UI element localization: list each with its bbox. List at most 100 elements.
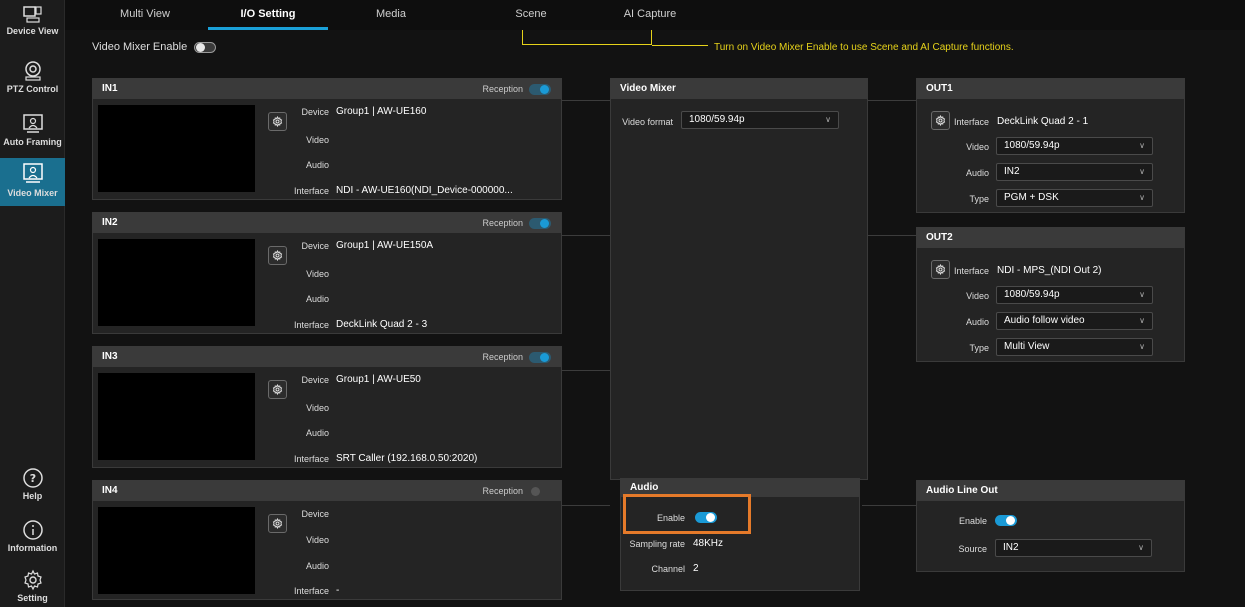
output-settings-button[interactable] [931,111,950,130]
chevron-down-icon: ∨ [1139,290,1145,299]
output-settings-button[interactable] [931,260,950,279]
connector-out1 [868,100,916,101]
output-panel-out1: OUT1 Interface DeckLink Quad 2 - 1 Video… [916,78,1185,213]
input-settings-button[interactable] [268,514,287,533]
video-format-select[interactable]: 1080/59.94p ∨ [681,111,839,129]
rail-auto-framing[interactable]: Auto Framing [0,113,65,147]
video-label: Video [306,535,329,545]
audio-label: Audio [305,561,329,571]
connector-in2 [562,235,610,236]
hint-text: Turn on Video Mixer Enable to use Scene … [714,42,1014,53]
rail-information-label: Information [7,543,58,553]
input-panel-header: IN2 Reception [93,213,561,233]
audio-label: Audio [305,160,329,170]
rail-setting[interactable]: Setting [0,569,65,603]
chevron-down-icon: ∨ [1139,316,1145,325]
rail-help[interactable]: ? Help [0,467,65,501]
interface-label: Interface [953,266,989,276]
type-label: Type [969,194,989,204]
connector-audio-line-out [862,505,916,506]
channel-label: Channel [651,564,685,574]
video-label: Video [306,135,329,145]
tab-io-setting[interactable]: I/O Setting [208,0,328,30]
connector-in4 [562,505,610,506]
video-mixer-enable: Video Mixer Enable [92,41,217,53]
rail-video-mixer[interactable]: Video Mixer [0,158,65,206]
video-value: 1080/59.94p [1004,140,1060,151]
video-mixer-enable-toggle[interactable] [194,41,217,53]
audio-label: Audio [305,428,329,438]
reception-label: Reception [482,84,523,94]
chevron-down-icon: ∨ [1139,141,1145,150]
highlight-box [623,494,751,534]
reception-toggle[interactable] [529,218,551,230]
device-label: Device [301,107,329,117]
input-panel-in4: IN4 Reception Device Video Audio Interfa… [92,480,562,600]
reception-toggle[interactable] [529,352,551,364]
gear-icon [272,250,283,261]
interface-label: Interface [953,117,989,127]
reception-label: Reception [482,486,523,496]
source-label: Source [958,544,987,554]
audio-label: Audio [305,294,329,304]
rail-information[interactable]: Information [0,519,65,553]
input-panel-header: IN4 Reception [93,481,561,501]
type-value: Multi View [1004,341,1050,352]
tab-multi-view[interactable]: Multi View [85,0,205,30]
rail-auto-framing-label: Auto Framing [3,137,62,147]
device-view-icon [22,6,42,23]
reception-toggle[interactable] [529,84,551,96]
rail-ptz-control-label: PTZ Control [6,84,59,94]
input-panel-in2: IN2 Reception Device Group1 | AW-UE150A … [92,212,562,334]
gear-icon [935,115,946,126]
device-value: Group1 | AW-UE50 [336,374,421,385]
audio-select[interactable]: IN2 ∨ [996,163,1153,181]
tab-ai-capture[interactable]: AI Capture [590,0,710,30]
input-settings-button[interactable] [268,246,287,265]
rail-ptz-control[interactable]: PTZ Control [0,60,65,94]
device-label: Device [301,375,329,385]
video-preview [98,373,255,460]
hint-bracket [522,30,652,45]
video-label: Video [306,403,329,413]
video-label: Video [966,291,989,301]
rail-video-mixer-label: Video Mixer [7,188,58,198]
input-settings-button[interactable] [268,380,287,399]
type-select[interactable]: PGM + DSK ∨ [996,189,1153,207]
video-select[interactable]: 1080/59.94p ∨ [996,137,1153,155]
reception-label: Reception [482,352,523,362]
ptz-camera-icon [24,61,41,81]
chevron-down-icon: ∨ [825,115,831,124]
audio-line-out-panel: Audio Line Out Enable Source IN2 ∨ [916,480,1185,572]
rail-device-view[interactable]: Device View [0,4,65,36]
sampling-rate-value: 48KHz [693,538,724,549]
interface-value: SRT Caller (192.168.0.50:2020) [336,453,478,464]
output-panel-out2: OUT2 Interface NDI - MPS_(NDI Out 2) Vid… [916,227,1185,362]
chevron-down-icon: ∨ [1138,543,1144,552]
audio-select[interactable]: Audio follow video ∨ [996,312,1153,330]
video-mixer-icon [22,163,43,183]
video-label: Video [966,142,989,152]
left-rail: Device View PTZ Control Auto Framing Vid… [0,0,65,607]
input-panel-header: IN1 Reception [93,79,561,99]
source-select[interactable]: IN2 ∨ [995,539,1152,557]
interface-label: Interface [293,586,329,596]
device-label: Device [301,241,329,251]
video-value: 1080/59.94p [1004,289,1060,300]
type-select[interactable]: Multi View ∨ [996,338,1153,356]
audio-line-out-enable-toggle[interactable] [995,515,1017,526]
tab-media[interactable]: Media [331,0,451,30]
input-settings-button[interactable] [268,112,287,131]
channel-value: 2 [693,563,699,574]
rail-setting-label: Setting [17,593,48,603]
tab-scene[interactable]: Scene [471,0,591,30]
interface-label: Interface [293,186,329,196]
interface-label: Interface [293,320,329,330]
interface-value: NDI - AW-UE160(NDI_Device-000000... [336,185,513,196]
connector-out2 [868,235,916,236]
chevron-down-icon: ∨ [1139,193,1145,202]
reception-toggle[interactable] [529,486,551,498]
input-panel-header: IN3 Reception [93,347,561,367]
svg-text:?: ? [29,472,35,485]
video-select[interactable]: 1080/59.94p ∨ [996,286,1153,304]
